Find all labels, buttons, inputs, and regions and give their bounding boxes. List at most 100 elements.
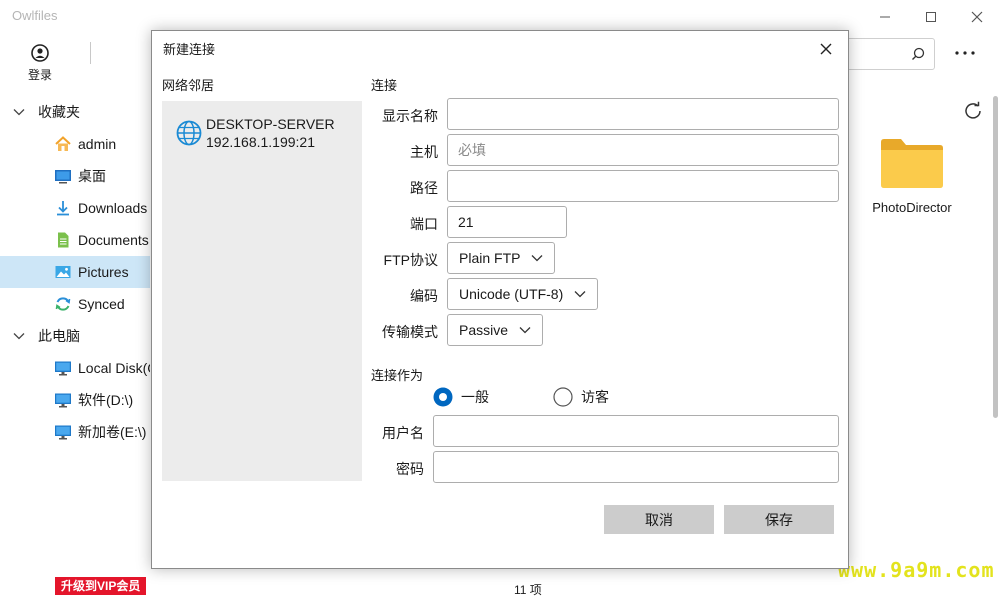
username-input[interactable]	[433, 415, 839, 447]
network-neighborhood-panel: DESKTOP-SERVER 192.168.1.199:21	[162, 101, 362, 481]
maximize-icon	[926, 12, 936, 22]
globe-icon	[176, 120, 202, 146]
encoding-select[interactable]: Unicode (UTF-8)	[447, 278, 599, 310]
port-input[interactable]	[447, 206, 567, 238]
encoding-label: 编码	[410, 288, 438, 304]
upgrade-vip-button[interactable]: 升级到VIP会员	[55, 577, 147, 595]
port-label: 端口	[410, 216, 438, 232]
refresh-icon	[965, 101, 981, 119]
save-button[interactable]: 保存	[724, 505, 834, 534]
sidebar-item-downloads[interactable]: Downloads	[0, 192, 150, 224]
chevron-down-icon	[532, 255, 543, 262]
encoding-value: Unicode (UTF-8)	[459, 286, 564, 302]
radio-unchecked-icon	[553, 387, 573, 407]
sidebar-item-label: 桌面	[78, 168, 106, 184]
content-scrollbar[interactable]	[993, 96, 998, 418]
close-icon	[820, 43, 832, 55]
network-neighborhood-title: 网络邻居	[162, 78, 215, 93]
chevron-down-icon	[519, 327, 531, 334]
ftp-protocol-value: Plain FTP	[459, 250, 521, 266]
connection-section-label: 连接	[371, 78, 398, 93]
new-connection-dialog: 新建连接 网络邻居 DESKTOP-SERVER 192.168.1.199:2…	[151, 30, 849, 569]
sidebar-section-this-pc[interactable]: 此电脑	[0, 320, 150, 352]
sidebar-item-label: Synced	[78, 296, 125, 312]
more-icon	[955, 51, 975, 55]
sidebar-item-label: Downloads	[78, 200, 148, 216]
path-label: 路径	[410, 180, 438, 196]
folder-item[interactable]: PhotoDirector	[862, 136, 962, 215]
toolbar-divider	[90, 42, 91, 64]
sidebar-item-drive-e[interactable]: 新加卷(E:\)	[0, 416, 150, 448]
ftp-protocol-label: FTP协议	[383, 252, 438, 268]
radio-guest[interactable]: 访客	[553, 387, 609, 407]
login-button[interactable]: 登录	[20, 44, 60, 83]
sidebar-item-synced[interactable]: Synced	[0, 288, 150, 320]
ftp-protocol-select[interactable]: Plain FTP	[447, 242, 556, 274]
sidebar-item-label: Pictures	[78, 264, 129, 280]
password-input[interactable]	[433, 451, 839, 483]
chevron-down-icon	[13, 109, 25, 116]
transfer-mode-label: 传输模式	[382, 324, 438, 340]
app-title: Owlfiles	[12, 8, 58, 23]
connect-as-section-label: 连接作为	[371, 368, 424, 383]
display-name-label: 显示名称	[382, 108, 438, 124]
display-name-input[interactable]	[447, 98, 839, 130]
sidebar-item-desktop[interactable]: 桌面	[0, 160, 150, 192]
sidebar-item-drive-c[interactable]: Local Disk(C:\)	[0, 352, 150, 384]
neighbor-item[interactable]: DESKTOP-SERVER 192.168.1.199:21	[176, 115, 335, 151]
sidebar: 收藏夹 admin 桌面 Downloads Documents Picture…	[0, 96, 150, 448]
desktop-icon	[55, 170, 71, 184]
radio-guest-label: 访客	[581, 389, 609, 405]
pictures-icon	[55, 266, 71, 278]
minimize-icon	[880, 16, 890, 18]
close-icon	[971, 11, 983, 23]
chevron-down-icon	[13, 333, 25, 340]
sidebar-item-label: Local Disk(C:\)	[78, 360, 150, 376]
neighbor-name: DESKTOP-SERVER	[206, 116, 335, 132]
sidebar-section-favorites[interactable]: 收藏夹	[0, 96, 150, 128]
sidebar-item-label: 新加卷(E:\)	[78, 424, 147, 440]
radio-checked-icon	[433, 387, 453, 407]
more-options-button[interactable]	[950, 40, 980, 68]
password-label: 密码	[396, 461, 424, 477]
login-label: 登录	[27, 68, 52, 82]
sidebar-item-pictures[interactable]: Pictures	[0, 256, 150, 288]
refresh-button[interactable]	[962, 100, 984, 122]
user-icon	[31, 44, 49, 62]
dialog-close-button[interactable]	[816, 39, 836, 59]
watermark-text: www.9a9m.com	[838, 558, 995, 582]
radio-general-label: 一般	[461, 389, 489, 405]
monitor-icon	[55, 425, 71, 440]
sidebar-item-drive-d[interactable]: 软件(D:\)	[0, 384, 150, 416]
cancel-button[interactable]: 取消	[604, 505, 714, 534]
sidebar-item-label: admin	[78, 136, 117, 152]
sidebar-item-documents[interactable]: Documents	[0, 224, 150, 256]
radio-general[interactable]: 一般	[433, 387, 489, 407]
sidebar-item-label: Documents	[78, 232, 149, 248]
host-input[interactable]	[447, 134, 839, 166]
items-count: 11 项	[514, 583, 542, 597]
dialog-title: 新建连接	[163, 42, 216, 57]
host-label: 主机	[410, 144, 438, 160]
path-input[interactable]	[447, 170, 839, 202]
minimize-button[interactable]	[862, 0, 908, 34]
chevron-down-icon	[574, 291, 586, 298]
sidebar-item-admin[interactable]: admin	[0, 128, 150, 160]
transfer-mode-select[interactable]: Passive	[447, 314, 544, 346]
search-icon	[912, 47, 925, 60]
home-icon	[55, 136, 71, 151]
this-pc-label: 此电脑	[38, 328, 80, 344]
close-window-button[interactable]	[954, 0, 1000, 34]
sync-icon	[55, 297, 71, 311]
maximize-button[interactable]	[908, 0, 954, 34]
download-icon	[57, 201, 69, 216]
folder-icon	[881, 139, 943, 188]
transfer-mode-value: Passive	[459, 322, 509, 338]
monitor-icon	[55, 393, 71, 408]
document-icon	[58, 232, 69, 248]
favorites-label: 收藏夹	[38, 104, 80, 120]
neighbor-address: 192.168.1.199:21	[206, 134, 315, 150]
search-box[interactable]	[845, 38, 935, 70]
monitor-icon	[55, 361, 71, 376]
sidebar-item-label: 软件(D:\)	[78, 392, 134, 408]
